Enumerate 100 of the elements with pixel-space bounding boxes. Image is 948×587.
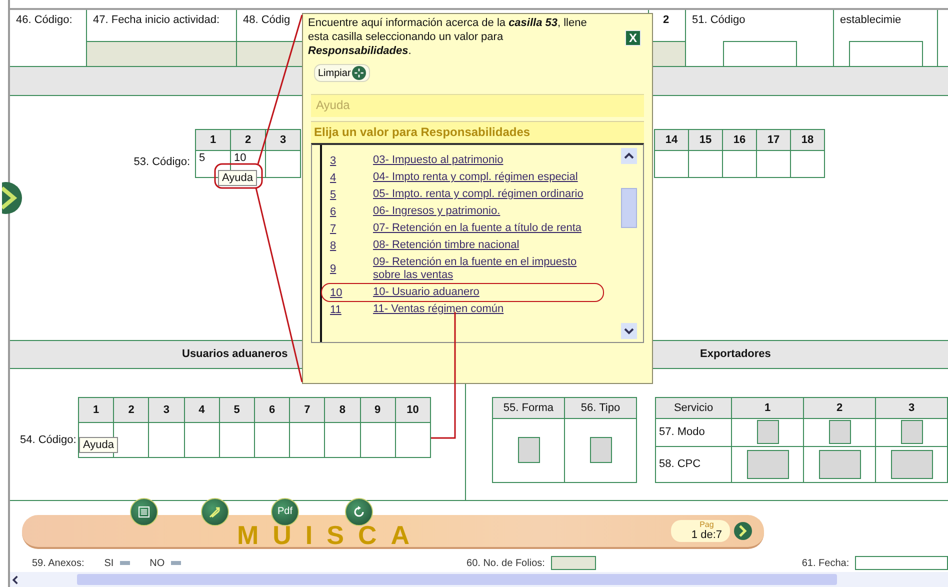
field-label: 59. Anexos:	[32, 558, 84, 569]
option-link[interactable]: 06- Ingresos y patrimonio.	[373, 205, 603, 218]
column-header: 5	[220, 398, 255, 423]
column-header: 15	[689, 130, 723, 152]
option-link[interactable]: 11- Ventas régimen común	[373, 303, 603, 316]
table-cell[interactable]	[254, 422, 290, 458]
option-label: SI	[104, 558, 114, 569]
column-header: 2	[114, 398, 150, 423]
row-label: 57. Modo	[656, 418, 732, 447]
option-link[interactable]: 07- Retención en la fuente a título de renta	[373, 222, 603, 235]
table-cell[interactable]	[149, 422, 185, 458]
scrollbar-thumb[interactable]	[77, 574, 837, 586]
scroll-down-icon[interactable]	[621, 323, 637, 339]
field-label: 2	[662, 13, 670, 28]
column-header: 55. Forma	[493, 398, 565, 419]
field-label: 61. Fecha:	[802, 558, 850, 569]
row-label: 58. CPC	[656, 446, 732, 483]
option-code-link[interactable]: 4	[322, 172, 373, 184]
field-label: 51. Código	[691, 13, 746, 28]
column-header: 1	[79, 398, 114, 423]
vertical-scrollbar[interactable]	[621, 148, 637, 339]
scrollbar-thumb[interactable]	[621, 188, 637, 228]
input-field[interactable]	[900, 420, 922, 444]
refresh-icon[interactable]	[345, 498, 373, 526]
table-cell[interactable]	[723, 151, 757, 178]
chevron-icon[interactable]	[2, 180, 24, 216]
column-header: 3	[149, 398, 185, 423]
option-code-link[interactable]: 11	[322, 304, 373, 316]
input-field[interactable]	[818, 450, 860, 479]
table-cell[interactable]	[184, 422, 220, 458]
pdf-button[interactable]: Pdf	[271, 498, 299, 526]
table-cell[interactable]	[791, 151, 825, 178]
option-link[interactable]: 03- Impuesto al patrimonio	[373, 154, 603, 167]
option-code-link[interactable]: 10	[322, 286, 373, 298]
option-code-link[interactable]: 6	[322, 206, 373, 218]
wand-icon[interactable]	[201, 498, 229, 526]
column-header: 2	[804, 398, 876, 419]
section-title: Usuarios aduaneros	[182, 348, 288, 360]
input-field[interactable]	[722, 41, 796, 66]
input-field[interactable]	[848, 41, 922, 66]
input-field[interactable]	[890, 450, 932, 479]
table-cell[interactable]	[396, 422, 431, 458]
input-field[interactable]	[87, 41, 236, 66]
column-header: 6	[254, 398, 290, 423]
list-title: Elija un valor para Responsabilidades	[311, 121, 644, 143]
option-code-link[interactable]: 8	[322, 240, 373, 252]
table-cell[interactable]	[220, 422, 255, 458]
scroll-up-icon[interactable]	[621, 148, 637, 164]
option-code-link[interactable]: 3	[322, 154, 373, 166]
column-header: 2	[231, 130, 266, 152]
input-field[interactable]	[590, 437, 612, 464]
field-label: 48. Códig	[242, 13, 292, 28]
option-code-link[interactable]: 5	[322, 188, 373, 200]
column-header: Servicio	[656, 398, 732, 419]
arrows-icon	[352, 66, 366, 80]
input-field[interactable]	[550, 556, 596, 570]
horizontal-scrollbar[interactable]	[10, 572, 948, 587]
option-link[interactable]: 08- Retención timbre nacional	[373, 239, 603, 252]
column-header: 1	[196, 130, 231, 152]
column-header: 10	[396, 398, 431, 423]
table-cell[interactable]	[290, 422, 326, 458]
column-header: 16	[723, 130, 757, 152]
option-link[interactable]: 10- Usuario aduanero	[373, 286, 603, 299]
help-message: Encuentre aquí información acerca de la casilla 53, llene esta casilla seleccionando un valor para Responsabilidades.	[308, 16, 588, 58]
highlight-ring	[214, 163, 263, 189]
column-header: 3	[876, 398, 948, 419]
field-label: 54. Código:	[19, 434, 78, 446]
option-link[interactable]: 04- Impto renta y compl. régimen especial	[373, 171, 603, 184]
table-cell[interactable]	[266, 151, 301, 178]
radio-button[interactable]	[170, 561, 181, 566]
column-header: 3	[266, 130, 301, 152]
table-cell[interactable]	[689, 151, 723, 178]
input-field[interactable]	[518, 437, 540, 464]
table-cell[interactable]	[360, 422, 396, 458]
next-page-icon[interactable]	[734, 522, 752, 540]
list-icon[interactable]	[130, 498, 158, 526]
column-header: 9	[360, 398, 396, 423]
table-cell[interactable]	[757, 151, 791, 178]
option-code-link[interactable]: 7	[322, 222, 373, 234]
option-link[interactable]: 09- Retención en la fuente en el impuesto sobre las ventas	[373, 256, 603, 282]
field-label: 60. No. de Folios:	[466, 558, 545, 569]
input-field[interactable]	[756, 420, 778, 444]
option-code-link[interactable]: 9	[322, 263, 373, 275]
input-field[interactable]	[746, 450, 788, 479]
close-button[interactable]: X	[624, 30, 641, 46]
field-label: 47. Fecha inicio actividad:	[92, 13, 221, 28]
radio-button[interactable]	[120, 561, 130, 566]
section-title: Exportadores	[700, 348, 771, 360]
column-header: 7	[290, 398, 326, 423]
input-field[interactable]	[855, 556, 948, 570]
input-field[interactable]	[828, 420, 850, 444]
clear-button[interactable]: Limpiar	[314, 64, 370, 82]
column-header: 4	[184, 398, 220, 423]
column-header: 8	[325, 398, 360, 423]
option-link[interactable]: 05- Impto. renta y compl. régimen ordinario	[373, 188, 603, 201]
column-header: 56. Tipo	[565, 398, 637, 419]
tooltip: Ayuda	[218, 170, 257, 186]
table-cell[interactable]	[325, 422, 360, 458]
field-label: establecimie	[839, 13, 902, 28]
table-cell[interactable]	[655, 151, 689, 178]
